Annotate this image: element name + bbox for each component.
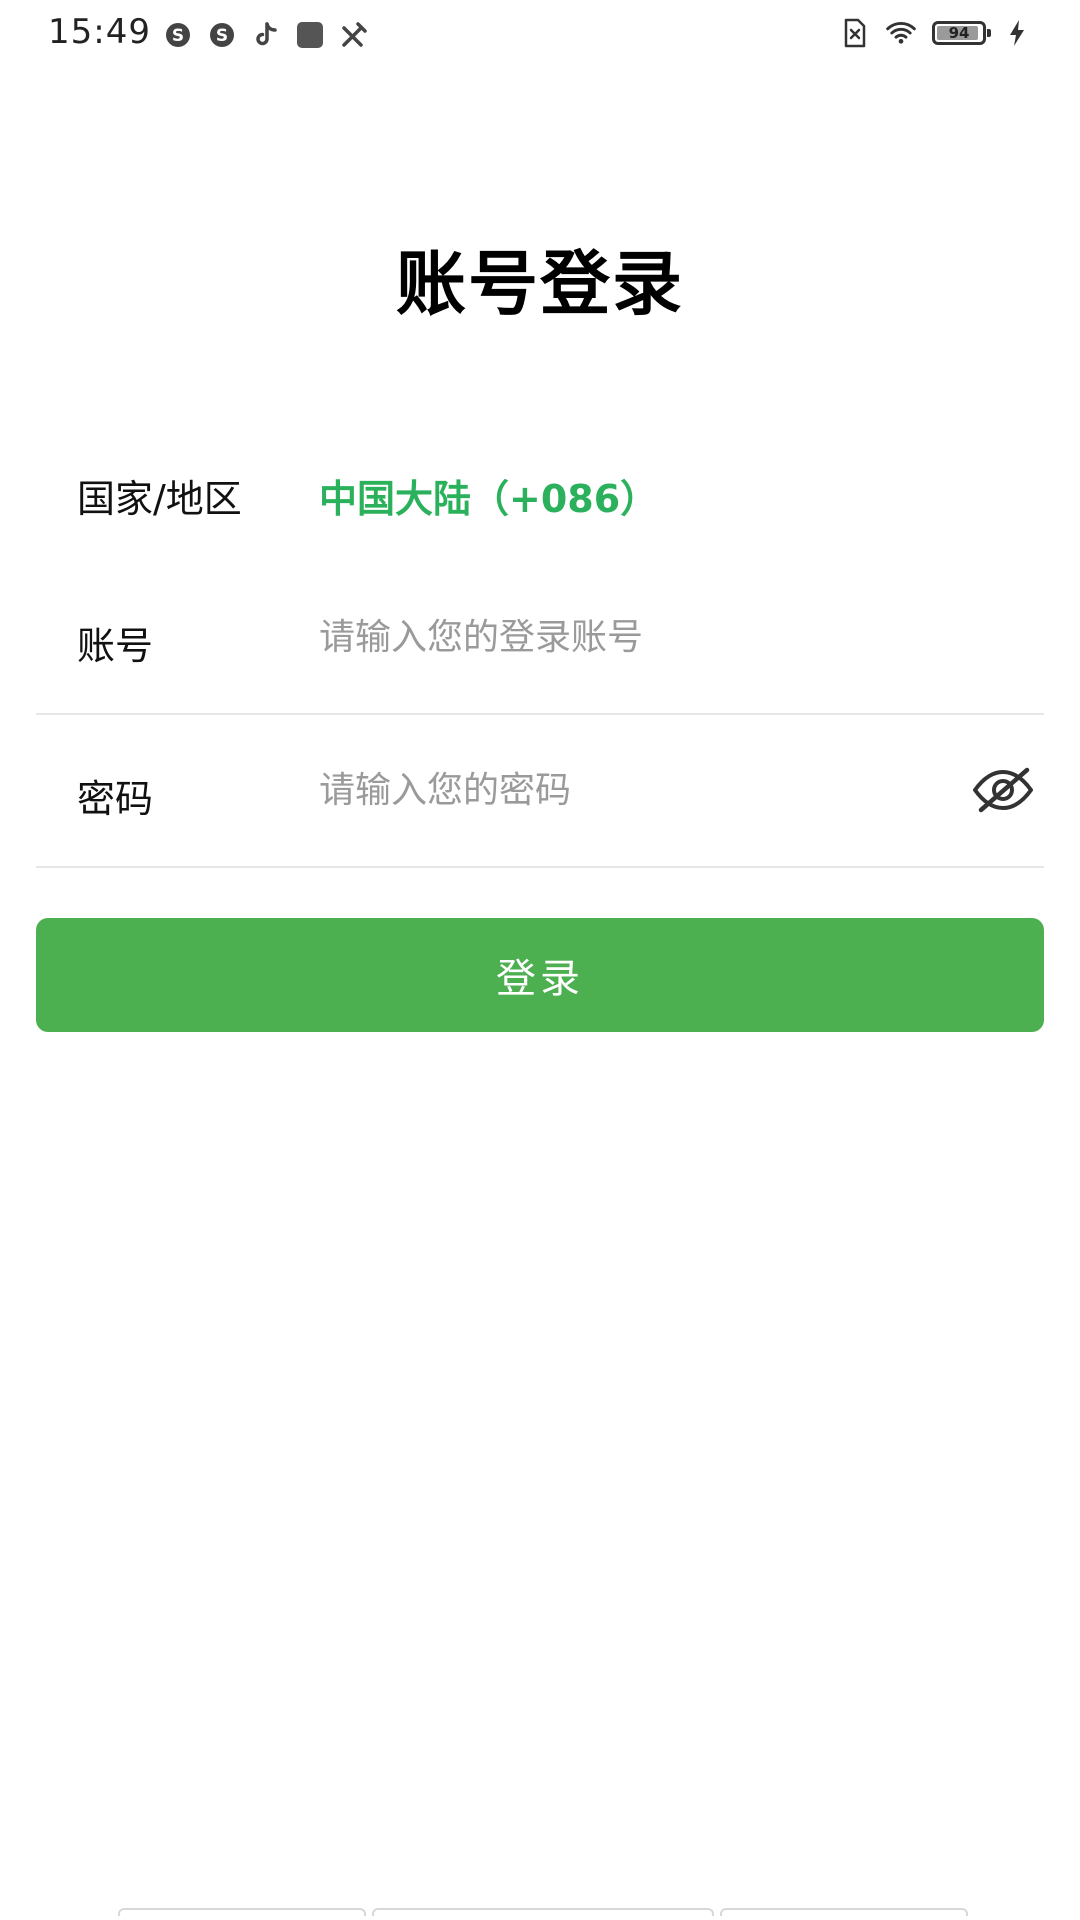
country-row[interactable]: 国家/地区 中国大陆（+086） bbox=[36, 415, 1044, 565]
bottom-tab-hint bbox=[118, 1908, 366, 1916]
svg-text:S: S bbox=[216, 26, 228, 46]
account-input[interactable] bbox=[319, 607, 919, 667]
system-icons: 94 bbox=[840, 18, 1032, 48]
password-visibility-toggle[interactable] bbox=[968, 760, 1038, 820]
status-bar: 15:49 S S 94 bbox=[0, 0, 1080, 70]
tiktok-icon bbox=[251, 20, 281, 50]
page-title: 账号登录 bbox=[396, 243, 684, 325]
svg-text:S: S bbox=[172, 26, 184, 46]
battery-level: 94 bbox=[948, 24, 970, 42]
notification-icons: S S bbox=[163, 20, 369, 50]
charging-icon bbox=[1002, 18, 1032, 48]
skype-icon: S bbox=[207, 20, 237, 50]
password-row: 密码 bbox=[36, 715, 1044, 865]
battery-icon: 94 bbox=[932, 21, 991, 45]
bottom-tab-hints bbox=[118, 1908, 968, 1916]
account-label: 账号 bbox=[77, 624, 154, 668]
login-button[interactable]: 登录 bbox=[36, 918, 1044, 1032]
status-time: 15:49 bbox=[48, 12, 151, 52]
password-label: 密码 bbox=[77, 777, 154, 821]
bottom-tab-hint bbox=[720, 1908, 968, 1916]
wifi-icon bbox=[886, 18, 916, 48]
password-divider bbox=[36, 866, 1044, 868]
account-row: 账号 bbox=[36, 562, 1044, 712]
bottom-tab-hint bbox=[372, 1908, 714, 1916]
country-value[interactable]: 中国大陆（+086） bbox=[319, 468, 658, 523]
eye-off-icon bbox=[973, 767, 1033, 813]
password-input[interactable] bbox=[319, 760, 919, 820]
skype-icon: S bbox=[163, 20, 193, 50]
country-label: 国家/地区 bbox=[77, 477, 242, 521]
sim-off-icon bbox=[840, 18, 870, 48]
battery-nub bbox=[987, 29, 991, 37]
app-square-icon bbox=[295, 20, 325, 50]
tools-icon bbox=[339, 20, 369, 50]
